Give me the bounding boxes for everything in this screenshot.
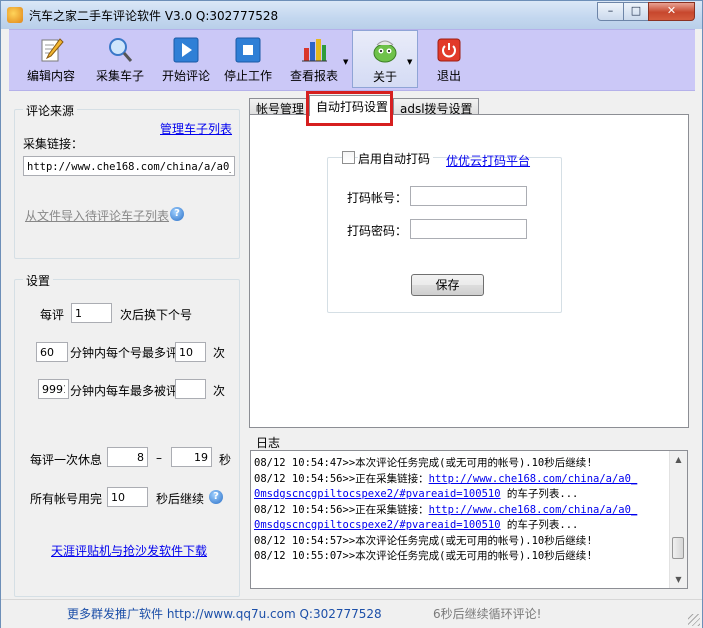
toolbar-label: 编辑内容 bbox=[26, 69, 75, 83]
continue-label: 秒后继续 bbox=[156, 492, 205, 506]
close-button[interactable]: ✕ bbox=[648, 2, 695, 21]
scroll-up-icon[interactable]: ▲ bbox=[670, 451, 687, 468]
window-title: 汽车之家二手车评论软件 V3.0 Q:302777528 bbox=[29, 9, 279, 23]
tianya-download-link[interactable]: 天涯评贴机与抢沙发软件下载 bbox=[51, 542, 207, 559]
minutes-per-car-input[interactable] bbox=[38, 379, 69, 399]
scroll-down-icon[interactable]: ▼ bbox=[670, 571, 687, 588]
stop-icon bbox=[235, 37, 261, 63]
toolbar-label: 采集车子 bbox=[95, 69, 144, 83]
log-line: 08/12 10:54:56>>正在采集链接：http://www.che168… bbox=[254, 471, 637, 486]
log-textbox[interactable]: 08/12 10:54:47>>本次评论任务完成(或无可用的帐号).10秒后继续… bbox=[250, 450, 688, 589]
log-text: 08/12 10:54:57>>本次评论任务完成(或无可用的帐号).10秒后继续… bbox=[254, 534, 593, 547]
toolbar-label: 开始评论 bbox=[161, 69, 210, 83]
help-icon[interactable]: ? bbox=[170, 207, 184, 221]
resize-grip-icon[interactable] bbox=[688, 614, 700, 626]
max-comments-input[interactable] bbox=[175, 342, 206, 362]
captcha-account-label: 打码帐号： bbox=[347, 191, 408, 205]
captcha-password-label: 打码密码： bbox=[347, 224, 408, 238]
power-icon bbox=[437, 38, 461, 62]
exit-button[interactable]: 退出 bbox=[421, 30, 477, 88]
log-text: 08/12 10:55:07>>本次评论任务完成(或无可用的帐号).10秒后继续… bbox=[254, 550, 593, 562]
minutes-per-account-label: 分钟内每个号最多评 bbox=[70, 346, 179, 360]
help-icon[interactable]: ? bbox=[209, 490, 223, 504]
collect-cars-button[interactable]: 采集车子 bbox=[89, 30, 151, 88]
seconds-label: 秒 bbox=[219, 453, 232, 467]
continue-after-input[interactable] bbox=[107, 487, 148, 507]
captcha-account-input[interactable] bbox=[410, 186, 527, 206]
toolbar-label: 查看报表 bbox=[289, 69, 338, 83]
log-link[interactable]: http://www.che168.com/china/a/a0_ bbox=[429, 473, 638, 485]
log-link[interactable]: 0msdgscncgpiltocspexe2/#pvareaid=100510 bbox=[254, 488, 501, 500]
rest-max-input[interactable] bbox=[171, 447, 212, 467]
manage-car-list-link[interactable]: 管理车子列表 bbox=[160, 120, 232, 137]
app-logo-icon bbox=[7, 7, 23, 23]
log-line: 08/12 10:54:57>>本次评论任务完成(或无可用的帐号).10秒后继续… bbox=[254, 533, 593, 548]
toolbar: 编辑内容 采集车子 开始评论 停止工作 查看报表 ▼ 关于 ▼ 退出 bbox=[9, 29, 695, 91]
enable-auto-captcha-checkbox[interactable] bbox=[342, 151, 355, 164]
magnifier-icon bbox=[109, 38, 133, 62]
rest-min-input[interactable] bbox=[107, 447, 148, 467]
mascot-icon bbox=[373, 40, 397, 63]
status-bar: 更多群发推广软件 http://www.qq7u.com Q:302777528… bbox=[1, 599, 702, 628]
report-dropdown-arrow-icon[interactable]: ▼ bbox=[343, 58, 348, 66]
title-bar[interactable]: 汽车之家二手车评论软件 V3.0 Q:302777528 – □ ✕ bbox=[1, 1, 702, 29]
app-window: 汽车之家二手车评论软件 V3.0 Q:302777528 – □ ✕ 编辑内容 … bbox=[0, 0, 703, 628]
view-report-button[interactable]: 查看报表 bbox=[283, 30, 345, 88]
play-icon bbox=[173, 37, 199, 63]
collect-url-input[interactable] bbox=[23, 156, 235, 176]
log-line: 08/12 10:55:07>>本次评论任务完成(或无可用的帐号).10秒后继续… bbox=[254, 548, 593, 563]
captcha-password-input[interactable] bbox=[410, 219, 527, 239]
toolbar-label: 关于 bbox=[372, 70, 397, 84]
toolbar-label: 停止工作 bbox=[223, 69, 272, 83]
edit-content-button[interactable]: 编辑内容 bbox=[21, 30, 81, 88]
collect-link-label: 采集链接： bbox=[23, 137, 84, 151]
log-text: 08/12 10:54:56>>正在采集链接： bbox=[254, 503, 429, 516]
log-text: 08/12 10:54:47>>本次评论任务完成(或无可用的帐号).10秒后继续… bbox=[254, 457, 593, 469]
all-accounts-used-label: 所有帐号用完 bbox=[30, 492, 103, 506]
scroll-thumb[interactable] bbox=[672, 537, 684, 559]
log-label: 日志 bbox=[256, 436, 281, 450]
edit-icon bbox=[41, 38, 64, 62]
rest-label: 每评一次休息 bbox=[30, 453, 103, 467]
status-promo-text: 更多群发推广软件 http://www.qq7u.com Q:302777528 bbox=[67, 607, 382, 621]
times-label: 次 bbox=[213, 346, 226, 360]
max-per-car-input[interactable] bbox=[175, 379, 206, 399]
minutes-per-car-label: 分钟内每车最多被评 bbox=[70, 384, 179, 398]
times-label: 次 bbox=[213, 384, 226, 398]
minutes-per-account-input[interactable] bbox=[36, 342, 68, 362]
per-comment-label: 每评 bbox=[40, 308, 65, 322]
log-link[interactable]: 0msdgscncgpiltocspexe2/#pvareaid=100510 bbox=[254, 519, 501, 531]
group-title: 评论来源 bbox=[23, 102, 78, 119]
log-line: 0msdgscncgpiltocspexe2/#pvareaid=100510 … bbox=[254, 517, 578, 532]
start-comment-button[interactable]: 开始评论 bbox=[155, 30, 217, 88]
log-text: 08/12 10:54:56>>正在采集链接： bbox=[254, 472, 429, 485]
log-link[interactable]: http://www.che168.com/china/a/a0_ bbox=[429, 504, 638, 516]
log-text: 的车子列表... bbox=[500, 488, 579, 500]
bar-chart-icon bbox=[302, 39, 327, 62]
switch-after-input[interactable] bbox=[71, 303, 112, 323]
log-line: 0msdgscncgpiltocspexe2/#pvareaid=100510 … bbox=[254, 486, 578, 501]
maximize-button[interactable]: □ bbox=[623, 2, 649, 21]
range-dash: – bbox=[156, 451, 162, 465]
log-line: 08/12 10:54:56>>正在采集链接：http://www.che168… bbox=[254, 502, 637, 517]
status-countdown: 6秒后继续循环评论! bbox=[433, 607, 542, 621]
save-button[interactable]: 保存 bbox=[411, 274, 484, 296]
captcha-platform-link[interactable]: 优优云打码平台 bbox=[446, 152, 530, 169]
enable-auto-captcha-label[interactable]: 启用自动打码 bbox=[358, 150, 434, 167]
stop-work-button[interactable]: 停止工作 bbox=[217, 30, 279, 88]
per-comment-suffix: 次后换下个号 bbox=[120, 308, 193, 322]
selected-tab-highlight bbox=[306, 91, 393, 126]
log-text: 的车子列表... bbox=[500, 519, 579, 531]
group-title: 设置 bbox=[23, 272, 54, 289]
import-from-file-link[interactable]: 从文件导入待评论车子列表 bbox=[25, 207, 169, 224]
toolbar-label: 退出 bbox=[436, 69, 461, 83]
log-scrollbar[interactable]: ▲ ▼ bbox=[669, 451, 687, 588]
minimize-button[interactable]: – bbox=[597, 2, 624, 21]
about-dropdown-arrow-icon[interactable]: ▼ bbox=[407, 58, 412, 66]
log-line: 08/12 10:54:47>>本次评论任务完成(或无可用的帐号).10秒后继续… bbox=[254, 455, 593, 470]
